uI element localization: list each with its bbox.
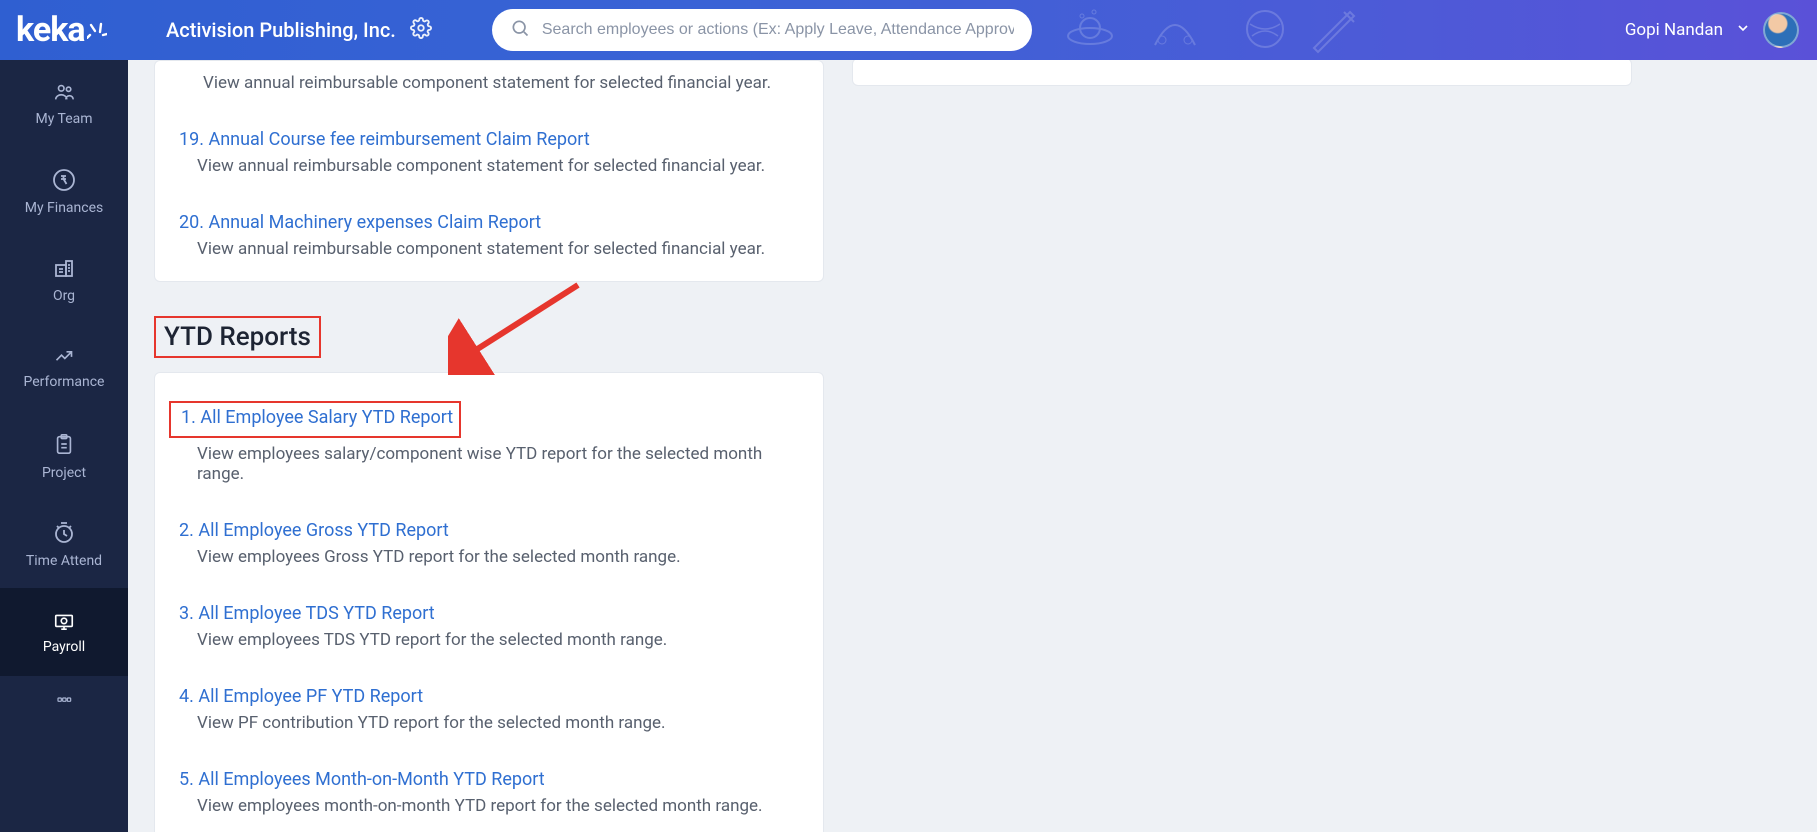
company-name[interactable]: Activision Publishing, Inc.	[166, 18, 396, 42]
user-name[interactable]: Gopi Nandan	[1625, 20, 1723, 40]
brand-text: keka	[16, 13, 85, 47]
ytd-section-title: YTD Reports	[154, 316, 321, 358]
search-input[interactable]	[542, 21, 1014, 39]
sidebar-item-time-attend[interactable]: Time Attend	[0, 500, 128, 588]
report-num: 5.	[179, 769, 194, 790]
report-link-employee-gross-ytd[interactable]: 2. All Employee Gross YTD Report	[179, 520, 449, 541]
sidebar-item-my-team[interactable]: My Team	[0, 60, 128, 148]
ytd-reports-card: 1. All Employee Salary YTD Report View e…	[154, 372, 824, 832]
sidebar-item-label: My Finances	[25, 200, 104, 216]
chevron-down-icon[interactable]	[1735, 20, 1751, 40]
report-desc: View employees Gross YTD report for the …	[179, 547, 799, 567]
right-card-stub	[852, 60, 1632, 86]
brand-spikes-icon	[87, 11, 107, 45]
report-link-employee-pf-ytd[interactable]: 4. All Employee PF YTD Report	[179, 686, 423, 707]
sidebar-item-label: Performance	[24, 374, 105, 390]
report-title: Annual Course fee reimbursement Claim Re…	[208, 129, 589, 150]
report-desc: View employees salary/component wise YTD…	[179, 444, 799, 484]
sidebar-item-my-finances[interactable]: My Finances	[0, 148, 128, 236]
report-desc: View employees TDS YTD report for the se…	[179, 630, 799, 650]
report-title: All Employee TDS YTD Report	[198, 603, 434, 624]
report-num: 20.	[179, 212, 204, 233]
sidebar-item-performance[interactable]: Performance	[0, 324, 128, 412]
sidebar-item-label: Project	[42, 465, 86, 481]
report-num: 3.	[179, 603, 194, 624]
report-desc: View annual reimbursable component state…	[179, 239, 799, 259]
report-row: 4. All Employee PF YTD Report View PF co…	[179, 672, 799, 733]
search-icon	[510, 18, 530, 42]
sidebar-item-label: Payroll	[43, 639, 85, 655]
avatar[interactable]	[1763, 12, 1799, 48]
brand-logo[interactable]: keka	[16, 13, 126, 47]
topbar-user: Gopi Nandan	[1625, 12, 1817, 48]
topbar: keka Activision Publishing, Inc. Gopi Na…	[0, 0, 1817, 60]
report-desc: View employees month-on-month YTD report…	[179, 796, 799, 816]
sidebar-item-label: My Team	[35, 111, 92, 127]
sidebar-item-payroll[interactable]: Payroll	[0, 588, 128, 676]
report-row: 20. Annual Machinery expenses Claim Repo…	[179, 198, 799, 259]
report-link-annual-course-fee[interactable]: 19. Annual Course fee reimbursement Clai…	[179, 129, 590, 150]
sidebar: My Team My Finances Org Performance Proj…	[0, 60, 128, 832]
report-link-employee-tds-ytd[interactable]: 3. All Employee TDS YTD Report	[179, 603, 435, 624]
sidebar-item-org[interactable]: Org	[0, 236, 128, 324]
report-desc: View annual reimbursable component state…	[179, 156, 799, 176]
report-link-employee-mom-ytd[interactable]: 5. All Employees Month-on-Month YTD Repo…	[179, 769, 545, 790]
report-title: Annual Machinery expenses Claim Report	[208, 212, 541, 233]
claim-reports-card: View annual reimbursable component state…	[154, 60, 824, 282]
report-desc: View annual reimbursable component state…	[179, 73, 799, 93]
report-num: 4.	[179, 686, 194, 707]
sidebar-item-label: Time Attend	[26, 553, 102, 569]
report-row: View annual reimbursable component state…	[179, 61, 799, 93]
report-row: 5. All Employees Month-on-Month YTD Repo…	[179, 755, 799, 816]
report-title: All Employee Salary YTD Report	[200, 407, 453, 428]
report-num: 1.	[181, 407, 196, 428]
report-row: 2. All Employee Gross YTD Report View em…	[179, 506, 799, 567]
report-title: All Employee PF YTD Report	[198, 686, 423, 707]
report-num: 2.	[179, 520, 194, 541]
search-box[interactable]	[492, 9, 1032, 51]
main-content: View annual reimbursable component state…	[128, 60, 1817, 832]
report-title: All Employee Gross YTD Report	[198, 520, 448, 541]
sidebar-item-more[interactable]	[0, 676, 128, 732]
report-row: 3. All Employee TDS YTD Report View empl…	[179, 589, 799, 650]
sidebar-item-label: Org	[53, 288, 75, 304]
sidebar-item-project[interactable]: Project	[0, 412, 128, 500]
report-row: 1. All Employee Salary YTD Report View e…	[179, 391, 799, 484]
report-title: All Employees Month-on-Month YTD Report	[198, 769, 544, 790]
report-num: 19.	[179, 129, 204, 150]
report-link-employee-salary-ytd[interactable]: 1. All Employee Salary YTD Report	[181, 407, 453, 428]
report-desc: View PF contribution YTD report for the …	[179, 713, 799, 733]
report-row: 19. Annual Course fee reimbursement Clai…	[179, 115, 799, 176]
gear-icon[interactable]	[410, 17, 432, 43]
report-link-annual-machinery[interactable]: 20. Annual Machinery expenses Claim Repo…	[179, 212, 541, 233]
